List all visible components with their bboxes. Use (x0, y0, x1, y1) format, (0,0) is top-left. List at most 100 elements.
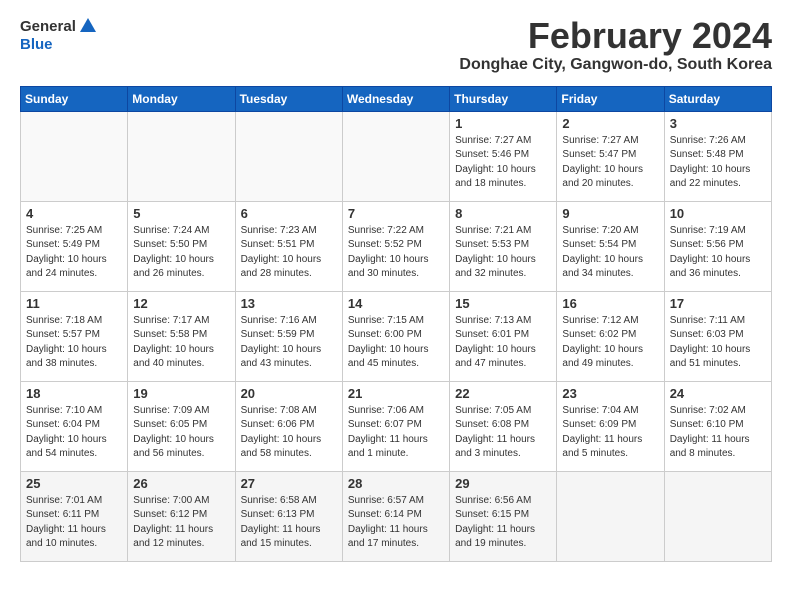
calendar-day-cell: 17 Sunrise: 7:11 AMSunset: 6:03 PMDayligh… (664, 291, 771, 381)
calendar-day-cell: 13 Sunrise: 7:16 AMSunset: 5:59 PMDayligh… (235, 291, 342, 381)
calendar-day-cell: 3 Sunrise: 7:26 AMSunset: 5:48 PMDaylight… (664, 111, 771, 201)
day-info: Sunrise: 7:18 AMSunset: 5:57 PMDaylight:… (26, 314, 122, 372)
day-number: 15 (455, 296, 551, 311)
day-number: 9 (562, 206, 658, 221)
calendar-day-cell: 26 Sunrise: 7:00 AMSunset: 6:12 PMDayligh… (128, 471, 235, 561)
calendar-body: 1Sunrise: 7:27 AMSunset: 5:46 PMDaylight… (21, 111, 772, 561)
day-number: 4 (26, 206, 122, 221)
calendar-day-cell: 15 Sunrise: 7:13 AMSunset: 6:01 PMDayligh… (450, 291, 557, 381)
day-number: 16 (562, 296, 658, 311)
calendar-day-cell: 16 Sunrise: 7:12 AMSunset: 6:02 PMDayligh… (557, 291, 664, 381)
day-number: 23 (562, 386, 658, 401)
calendar-week-row: 18Sunrise: 7:10 AMSunset: 6:04 PMDayligh… (21, 381, 772, 471)
day-info: Sunrise: 7:08 AMSunset: 6:06 PMDaylight:… (241, 404, 337, 462)
day-number: 26 (133, 476, 229, 491)
calendar-day-cell: 14 Sunrise: 7:15 AMSunset: 6:00 PMDayligh… (342, 291, 449, 381)
calendar-header-cell: Wednesday (342, 86, 449, 111)
day-number: 25 (26, 476, 122, 491)
calendar-day-cell: 2Sunrise: 7:27 AMSunset: 5:47 PMDaylight… (557, 111, 664, 201)
day-info: Sunrise: 7:22 AMSunset: 5:52 PMDaylight:… (348, 224, 444, 282)
calendar-header-cell: Friday (557, 86, 664, 111)
day-info: Sunrise: 6:57 AMSunset: 6:14 PMDaylight:… (348, 494, 444, 552)
calendar-day-cell: 6Sunrise: 7:23 AMSunset: 5:51 PMDaylight… (235, 201, 342, 291)
day-info: Sunrise: 7:06 AMSunset: 6:07 PMDaylight:… (348, 404, 444, 462)
calendar-day-cell (128, 111, 235, 201)
day-number: 3 (670, 116, 766, 131)
day-number: 28 (348, 476, 444, 491)
calendar-day-cell: 27Sunrise: 6:58 AMSunset: 6:13 PMDayligh… (235, 471, 342, 561)
day-number: 27 (241, 476, 337, 491)
calendar-week-row: 4 Sunrise: 7:25 AMSunset: 5:49 PMDaylight… (21, 201, 772, 291)
day-number: 21 (348, 386, 444, 401)
calendar-day-cell: 24 Sunrise: 7:02 AMSunset: 6:10 PMDayligh… (664, 381, 771, 471)
day-info: Sunrise: 7:12 AMSunset: 6:02 PMDaylight:… (562, 314, 658, 372)
calendar-day-cell: 22Sunrise: 7:05 AMSunset: 6:08 PMDayligh… (450, 381, 557, 471)
calendar-day-cell: 1Sunrise: 7:27 AMSunset: 5:46 PMDaylight… (450, 111, 557, 201)
calendar-header-cell: Saturday (664, 86, 771, 111)
logo-blue: Blue (20, 36, 98, 53)
calendar-day-cell (21, 111, 128, 201)
city-subtitle: Donghae City, Gangwon-do, South Korea (459, 56, 772, 74)
calendar-day-cell (342, 111, 449, 201)
day-info: Sunrise: 7:01 AMSunset: 6:11 PMDaylight:… (26, 494, 122, 552)
day-info: Sunrise: 7:26 AMSunset: 5:48 PMDaylight:… (670, 134, 766, 192)
calendar-week-row: 1Sunrise: 7:27 AMSunset: 5:46 PMDaylight… (21, 111, 772, 201)
calendar-day-cell: 21 Sunrise: 7:06 AMSunset: 6:07 PMDayligh… (342, 381, 449, 471)
day-number: 7 (348, 206, 444, 221)
calendar-header-cell: Monday (128, 86, 235, 111)
calendar-day-cell: 23 Sunrise: 7:04 AMSunset: 6:09 PMDayligh… (557, 381, 664, 471)
calendar-table: SundayMondayTuesdayWednesdayThursdayFrid… (20, 86, 772, 562)
day-info: Sunrise: 7:23 AMSunset: 5:51 PMDaylight:… (241, 224, 337, 282)
day-info: Sunrise: 7:09 AMSunset: 6:05 PMDaylight:… (133, 404, 229, 462)
day-number: 24 (670, 386, 766, 401)
day-info: Sunrise: 7:19 AMSunset: 5:56 PMDaylight:… (670, 224, 766, 282)
day-number: 13 (241, 296, 337, 311)
month-title: February 2024 (459, 16, 772, 56)
calendar-week-row: 25 Sunrise: 7:01 AMSunset: 6:11 PMDayligh… (21, 471, 772, 561)
day-number: 17 (670, 296, 766, 311)
day-info: Sunrise: 7:00 AMSunset: 6:12 PMDaylight:… (133, 494, 229, 552)
day-info: Sunrise: 7:17 AMSunset: 5:58 PMDaylight:… (133, 314, 229, 372)
day-info: Sunrise: 7:25 AMSunset: 5:49 PMDaylight:… (26, 224, 122, 282)
day-info: Sunrise: 7:02 AMSunset: 6:10 PMDaylight:… (670, 404, 766, 462)
calendar-day-cell: 19 Sunrise: 7:09 AMSunset: 6:05 PMDayligh… (128, 381, 235, 471)
day-info: Sunrise: 7:13 AMSunset: 6:01 PMDaylight:… (455, 314, 551, 372)
header: General Blue February 2024 Donghae City,… (20, 16, 772, 82)
calendar-day-cell: 28 Sunrise: 6:57 AMSunset: 6:14 PMDayligh… (342, 471, 449, 561)
day-number: 11 (26, 296, 122, 311)
day-info: Sunrise: 7:15 AMSunset: 6:00 PMDaylight:… (348, 314, 444, 372)
day-info: Sunrise: 6:56 AMSunset: 6:15 PMDaylight:… (455, 494, 551, 552)
day-info: Sunrise: 7:24 AMSunset: 5:50 PMDaylight:… (133, 224, 229, 282)
calendar-day-cell: 20 Sunrise: 7:08 AMSunset: 6:06 PMDayligh… (235, 381, 342, 471)
calendar-day-cell: 29 Sunrise: 6:56 AMSunset: 6:15 PMDayligh… (450, 471, 557, 561)
day-number: 2 (562, 116, 658, 131)
calendar-day-cell: 25 Sunrise: 7:01 AMSunset: 6:11 PMDayligh… (21, 471, 128, 561)
calendar-day-cell: 7 Sunrise: 7:22 AMSunset: 5:52 PMDaylight… (342, 201, 449, 291)
calendar-day-cell (235, 111, 342, 201)
day-number: 29 (455, 476, 551, 491)
day-number: 5 (133, 206, 229, 221)
day-number: 1 (455, 116, 551, 131)
day-info: Sunrise: 7:11 AMSunset: 6:03 PMDaylight:… (670, 314, 766, 372)
calendar-header-cell: Sunday (21, 86, 128, 111)
calendar-day-cell: 11 Sunrise: 7:18 AMSunset: 5:57 PMDayligh… (21, 291, 128, 381)
calendar-day-cell (664, 471, 771, 561)
day-number: 14 (348, 296, 444, 311)
day-info: Sunrise: 7:16 AMSunset: 5:59 PMDaylight:… (241, 314, 337, 372)
logo-icon (78, 16, 98, 36)
calendar-day-cell: 10Sunrise: 7:19 AMSunset: 5:56 PMDayligh… (664, 201, 771, 291)
calendar-header-cell: Thursday (450, 86, 557, 111)
calendar-day-cell: 18Sunrise: 7:10 AMSunset: 6:04 PMDayligh… (21, 381, 128, 471)
calendar-day-cell: 9Sunrise: 7:20 AMSunset: 5:54 PMDaylight… (557, 201, 664, 291)
calendar-day-cell: 8Sunrise: 7:21 AMSunset: 5:53 PMDaylight… (450, 201, 557, 291)
calendar-day-cell (557, 471, 664, 561)
logo: General Blue (20, 16, 98, 53)
day-info: Sunrise: 7:10 AMSunset: 6:04 PMDaylight:… (26, 404, 122, 462)
calendar-week-row: 11 Sunrise: 7:18 AMSunset: 5:57 PMDayligh… (21, 291, 772, 381)
day-number: 20 (241, 386, 337, 401)
day-number: 19 (133, 386, 229, 401)
day-info: Sunrise: 7:05 AMSunset: 6:08 PMDaylight:… (455, 404, 551, 462)
day-info: Sunrise: 7:21 AMSunset: 5:53 PMDaylight:… (455, 224, 551, 282)
calendar-header-row: SundayMondayTuesdayWednesdayThursdayFrid… (21, 86, 772, 111)
day-info: Sunrise: 7:04 AMSunset: 6:09 PMDaylight:… (562, 404, 658, 462)
